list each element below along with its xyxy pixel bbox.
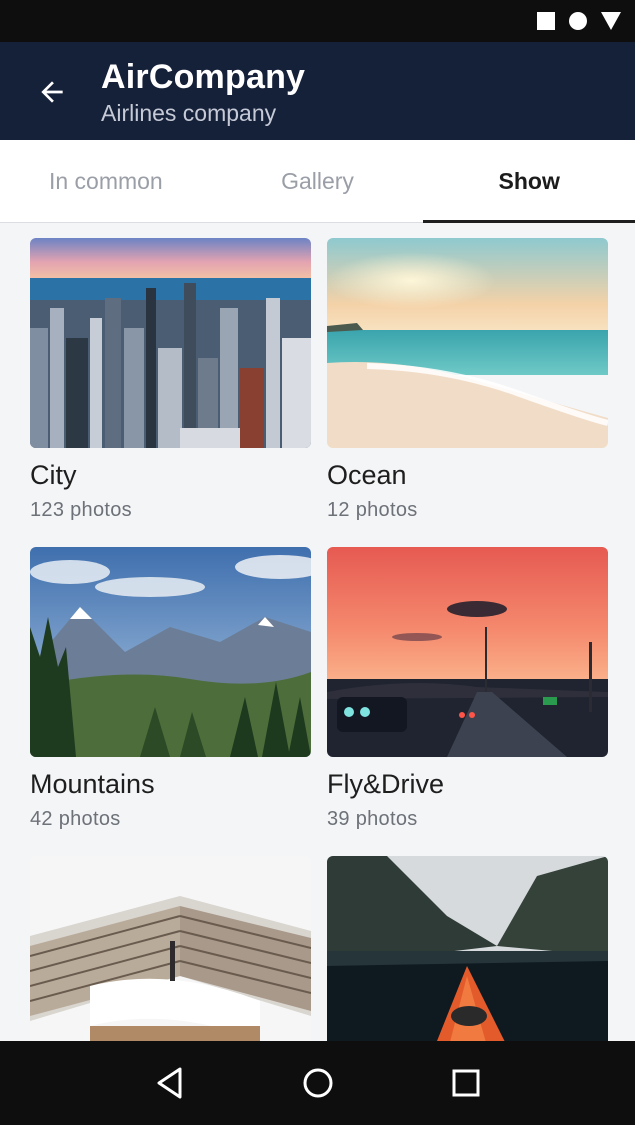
album-title: Mountains: [30, 769, 155, 799]
tab-bar: In common Gallery Show: [0, 140, 635, 223]
status-icons: [537, 12, 621, 30]
album-title: City: [30, 460, 77, 490]
album-count: 12 photos: [327, 499, 418, 521]
nav-home-button[interactable]: [290, 1055, 346, 1111]
nav-back-button[interactable]: [142, 1055, 198, 1111]
home-circle-icon: [303, 1068, 332, 1098]
album-card-mountains[interactable]: Mountains 42 photos: [30, 547, 311, 831]
back-triangle-icon: [157, 1067, 181, 1099]
arrow-left-icon: [41, 81, 63, 103]
recents-square-icon: [452, 1069, 479, 1097]
album-thumbnail-mountains: [30, 547, 311, 757]
status-bar: [0, 0, 635, 42]
album-count: 42 photos: [30, 808, 121, 830]
album-count: 123 photos: [30, 499, 132, 521]
circle-icon: [569, 12, 587, 30]
album-thumbnail-library: [30, 856, 311, 1066]
album-card-fly-drive[interactable]: Fly&Drive 39 photos: [327, 547, 608, 831]
album-thumbnail-city: [30, 238, 311, 448]
album-thumbnail-fly-drive: [327, 547, 608, 757]
nav-recents-button[interactable]: [438, 1055, 494, 1111]
album-thumbnail-fjord: [327, 856, 608, 1066]
album-card-fjord[interactable]: [327, 856, 608, 1066]
tab-gallery[interactable]: Gallery: [212, 140, 424, 222]
back-button[interactable]: [24, 64, 80, 120]
tab-in-common[interactable]: In common: [0, 140, 212, 222]
album-card-city[interactable]: City 123 photos: [30, 238, 311, 522]
tab-show[interactable]: Show: [423, 140, 635, 223]
app-subtitle: Airlines company: [101, 100, 277, 126]
square-icon: [537, 12, 555, 30]
app-bar: AirCompany Airlines company: [0, 42, 635, 140]
album-title: Ocean: [327, 460, 407, 490]
system-nav-bar: [0, 1041, 635, 1125]
album-count: 39 photos: [327, 808, 418, 830]
album-thumbnail-ocean: [327, 238, 608, 448]
app-title: AirCompany: [101, 58, 306, 96]
album-card-ocean[interactable]: Ocean 12 photos: [327, 238, 608, 522]
triangle-down-icon: [601, 12, 621, 30]
album-card-library[interactable]: [30, 856, 311, 1066]
album-title: Fly&Drive: [327, 769, 445, 799]
